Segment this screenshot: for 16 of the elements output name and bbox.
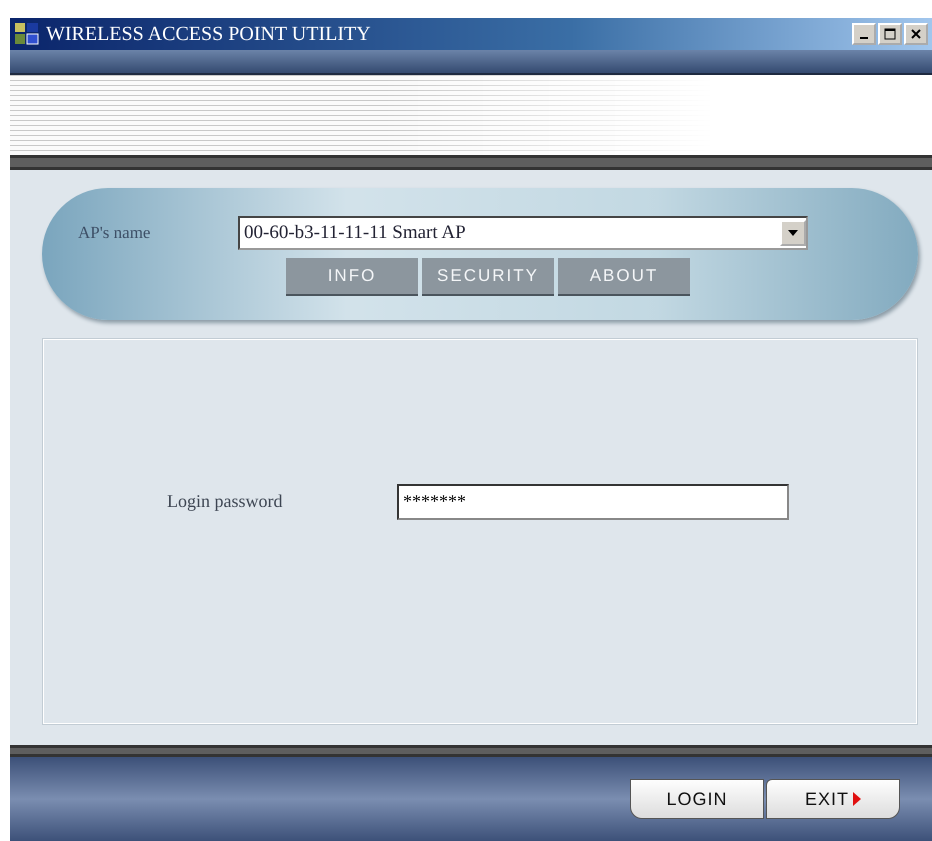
- arrow-icon: [853, 792, 861, 806]
- login-password-label: Login password: [167, 490, 284, 513]
- minimize-icon: [860, 37, 868, 39]
- minimize-button[interactable]: [852, 23, 876, 45]
- maximize-button[interactable]: [878, 23, 902, 45]
- window-title: WIRELESS ACCESS POINT UTILITY: [46, 22, 371, 47]
- maximize-icon: [884, 28, 896, 40]
- app-icon: [14, 21, 40, 47]
- password-field[interactable]: *******: [397, 484, 789, 520]
- exit-button[interactable]: EXIT: [766, 779, 900, 819]
- dropdown-arrow-icon: [788, 230, 798, 236]
- ap-name-dropdown[interactable]: 00-60-b3-11-11-11 Smart AP: [238, 216, 808, 250]
- ap-name-label: AP's name: [78, 222, 152, 244]
- close-button[interactable]: [904, 23, 928, 45]
- close-icon: [910, 28, 922, 40]
- login-button[interactable]: LOGIN: [630, 779, 764, 819]
